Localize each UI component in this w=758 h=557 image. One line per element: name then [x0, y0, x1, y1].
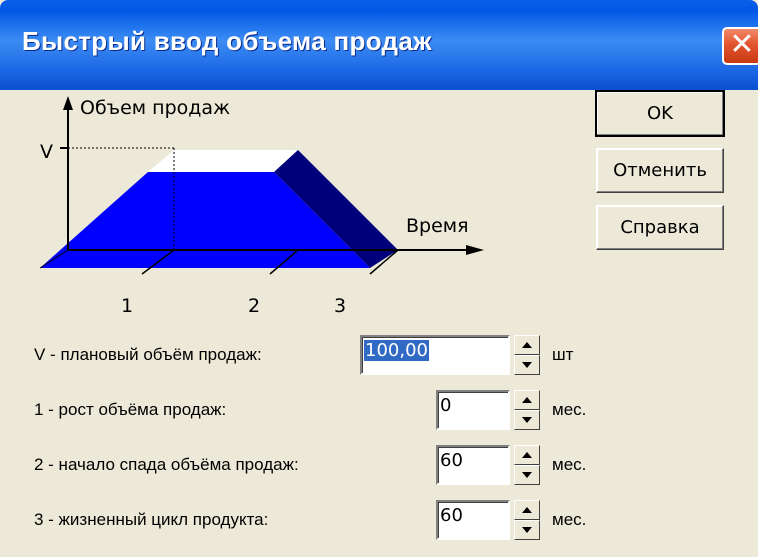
- planned-volume-down-button[interactable]: [514, 355, 540, 375]
- v-label: V: [40, 141, 53, 163]
- arrow-up-icon: [522, 452, 532, 458]
- planned-volume-input[interactable]: 100,00: [360, 335, 510, 375]
- lifecycle-down-button[interactable]: [514, 520, 540, 540]
- sales-volume-diagram: Объем продаж V Время 1 2 3: [39, 96, 484, 317]
- marker-2-label: 2: [248, 295, 260, 317]
- close-button[interactable]: ✕: [722, 27, 758, 65]
- x-axis-arrow: [466, 245, 484, 255]
- growth-spinner[interactable]: [514, 390, 540, 430]
- help-button[interactable]: Справка: [596, 205, 724, 250]
- decline-start-unit: мес.: [552, 455, 587, 474]
- decline-start-spinner[interactable]: [514, 445, 540, 485]
- planned-volume-unit: шт: [552, 345, 574, 364]
- growth-label: 1 - рост объёма продаж:: [34, 400, 227, 419]
- arrow-down-icon: [522, 417, 532, 423]
- title-bar: Быстрый ввод объема продаж ✕: [0, 0, 758, 90]
- window-title: Быстрый ввод объема продаж: [22, 26, 432, 56]
- planned-volume-up-button[interactable]: [514, 335, 540, 355]
- arrow-up-icon: [522, 342, 532, 348]
- arrow-down-icon: [522, 527, 532, 533]
- ok-button[interactable]: OK: [595, 90, 725, 137]
- growth-unit: мес.: [552, 400, 587, 419]
- x-axis-label: Время: [406, 215, 469, 237]
- growth-up-button[interactable]: [514, 390, 540, 410]
- planned-volume-value: 100,00: [364, 340, 429, 361]
- growth-down-button[interactable]: [514, 410, 540, 430]
- planned-volume-spinner[interactable]: [514, 335, 540, 375]
- arrow-down-icon: [522, 472, 532, 478]
- marker-3-label: 3: [334, 295, 346, 317]
- decline-start-up-button[interactable]: [514, 445, 540, 465]
- y-axis-arrow: [63, 96, 73, 110]
- decline-start-down-button[interactable]: [514, 465, 540, 485]
- lifecycle-spinner[interactable]: [514, 500, 540, 540]
- lifecycle-label: 3 - жизненный цикл продукта:: [34, 510, 269, 529]
- decline-start-label: 2 - начало спада объёма продаж:: [34, 455, 299, 474]
- diagram-top-face: [148, 150, 298, 172]
- planned-volume-label: V - плановый объём продаж:: [34, 345, 262, 364]
- arrow-up-icon: [522, 507, 532, 513]
- lifecycle-up-button[interactable]: [514, 500, 540, 520]
- arrow-up-icon: [522, 397, 532, 403]
- growth-input[interactable]: 0: [436, 390, 510, 430]
- cancel-button[interactable]: Отменить: [596, 148, 724, 193]
- y-axis-label: Объем продаж: [80, 97, 230, 119]
- lifecycle-unit: мес.: [552, 510, 587, 529]
- decline-start-input[interactable]: 60: [436, 445, 510, 485]
- arrow-down-icon: [522, 362, 532, 368]
- marker-1-label: 1: [121, 295, 133, 317]
- lifecycle-input[interactable]: 60: [436, 500, 510, 540]
